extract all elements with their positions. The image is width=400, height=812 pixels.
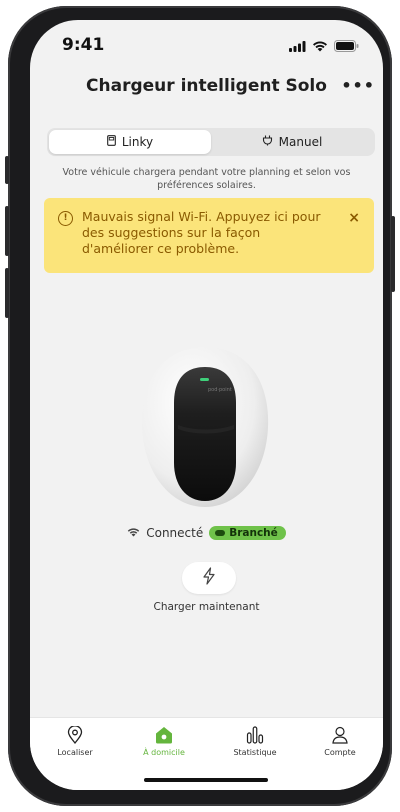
plugged-label: Branché bbox=[229, 527, 278, 539]
tab-manuel-label: Manuel bbox=[278, 135, 323, 149]
mode-toggle: Linky Manuel bbox=[47, 128, 375, 156]
wifi-warning-banner[interactable]: ! Mauvais signal Wi-Fi. Appuyez ici pour… bbox=[44, 198, 374, 273]
more-options-icon[interactable]: ••• bbox=[341, 76, 375, 95]
plugged-badge: Branché bbox=[209, 526, 286, 540]
bolt-icon bbox=[202, 567, 216, 589]
status-icons bbox=[289, 37, 359, 56]
status-time: 9:41 bbox=[62, 35, 105, 55]
bottom-tab-bar: Localiser À domicile Statistique Compte bbox=[30, 717, 383, 790]
tab-localiser-label: Localiser bbox=[57, 748, 93, 757]
charge-now-button[interactable] bbox=[182, 562, 236, 594]
power-button bbox=[391, 216, 395, 292]
tab-localiser[interactable]: Localiser bbox=[40, 726, 110, 757]
tab-statistique-label: Statistique bbox=[233, 748, 277, 757]
page-title: Chargeur intelligent Solo bbox=[86, 76, 327, 96]
info-icon: ! bbox=[58, 211, 73, 226]
close-icon[interactable]: × bbox=[348, 210, 360, 226]
tab-linky[interactable]: Linky bbox=[49, 130, 211, 154]
wifi-status-icon bbox=[127, 526, 140, 540]
tab-a-domicile[interactable]: À domicile bbox=[129, 726, 199, 757]
tab-compte[interactable]: Compte bbox=[305, 726, 375, 757]
tab-manuel[interactable]: Manuel bbox=[211, 130, 373, 154]
schedule-description: Votre véhicule chargera pendant votre pl… bbox=[62, 167, 351, 191]
app-header: Chargeur intelligent Solo ••• bbox=[30, 76, 383, 108]
tab-a-domicile-label: À domicile bbox=[143, 748, 185, 757]
signal-icon bbox=[289, 37, 306, 56]
connection-status: Connecté Branché bbox=[30, 526, 383, 540]
home-icon bbox=[156, 727, 172, 744]
wifi-warning-text: Mauvais signal Wi-Fi. Appuyez ici pour d… bbox=[82, 209, 321, 256]
tab-compte-label: Compte bbox=[324, 748, 356, 757]
status-bar: 9:41 bbox=[30, 20, 383, 68]
meter-icon bbox=[107, 135, 116, 149]
plug-icon bbox=[262, 135, 273, 149]
location-pin-icon bbox=[67, 726, 83, 744]
volume-up-button bbox=[5, 206, 9, 256]
charger-image: pod·point bbox=[138, 345, 272, 509]
person-icon bbox=[332, 726, 348, 744]
charge-now-label: Charger maintenant bbox=[153, 601, 260, 613]
app-screen: 9:41 Chargeur intelligent Solo ••• Linky bbox=[30, 20, 383, 790]
tab-linky-label: Linky bbox=[121, 135, 154, 149]
mute-switch bbox=[5, 156, 9, 184]
charger-brand: pod·point bbox=[208, 387, 232, 393]
plug-status-icon bbox=[215, 530, 226, 536]
home-indicator[interactable] bbox=[144, 778, 268, 782]
volume-down-button bbox=[5, 268, 9, 318]
tab-statistique[interactable]: Statistique bbox=[220, 726, 290, 757]
wifi-icon bbox=[312, 37, 328, 56]
bar-chart-icon bbox=[246, 726, 264, 744]
battery-icon bbox=[334, 37, 359, 56]
wifi-status-label: Connecté bbox=[146, 526, 204, 540]
